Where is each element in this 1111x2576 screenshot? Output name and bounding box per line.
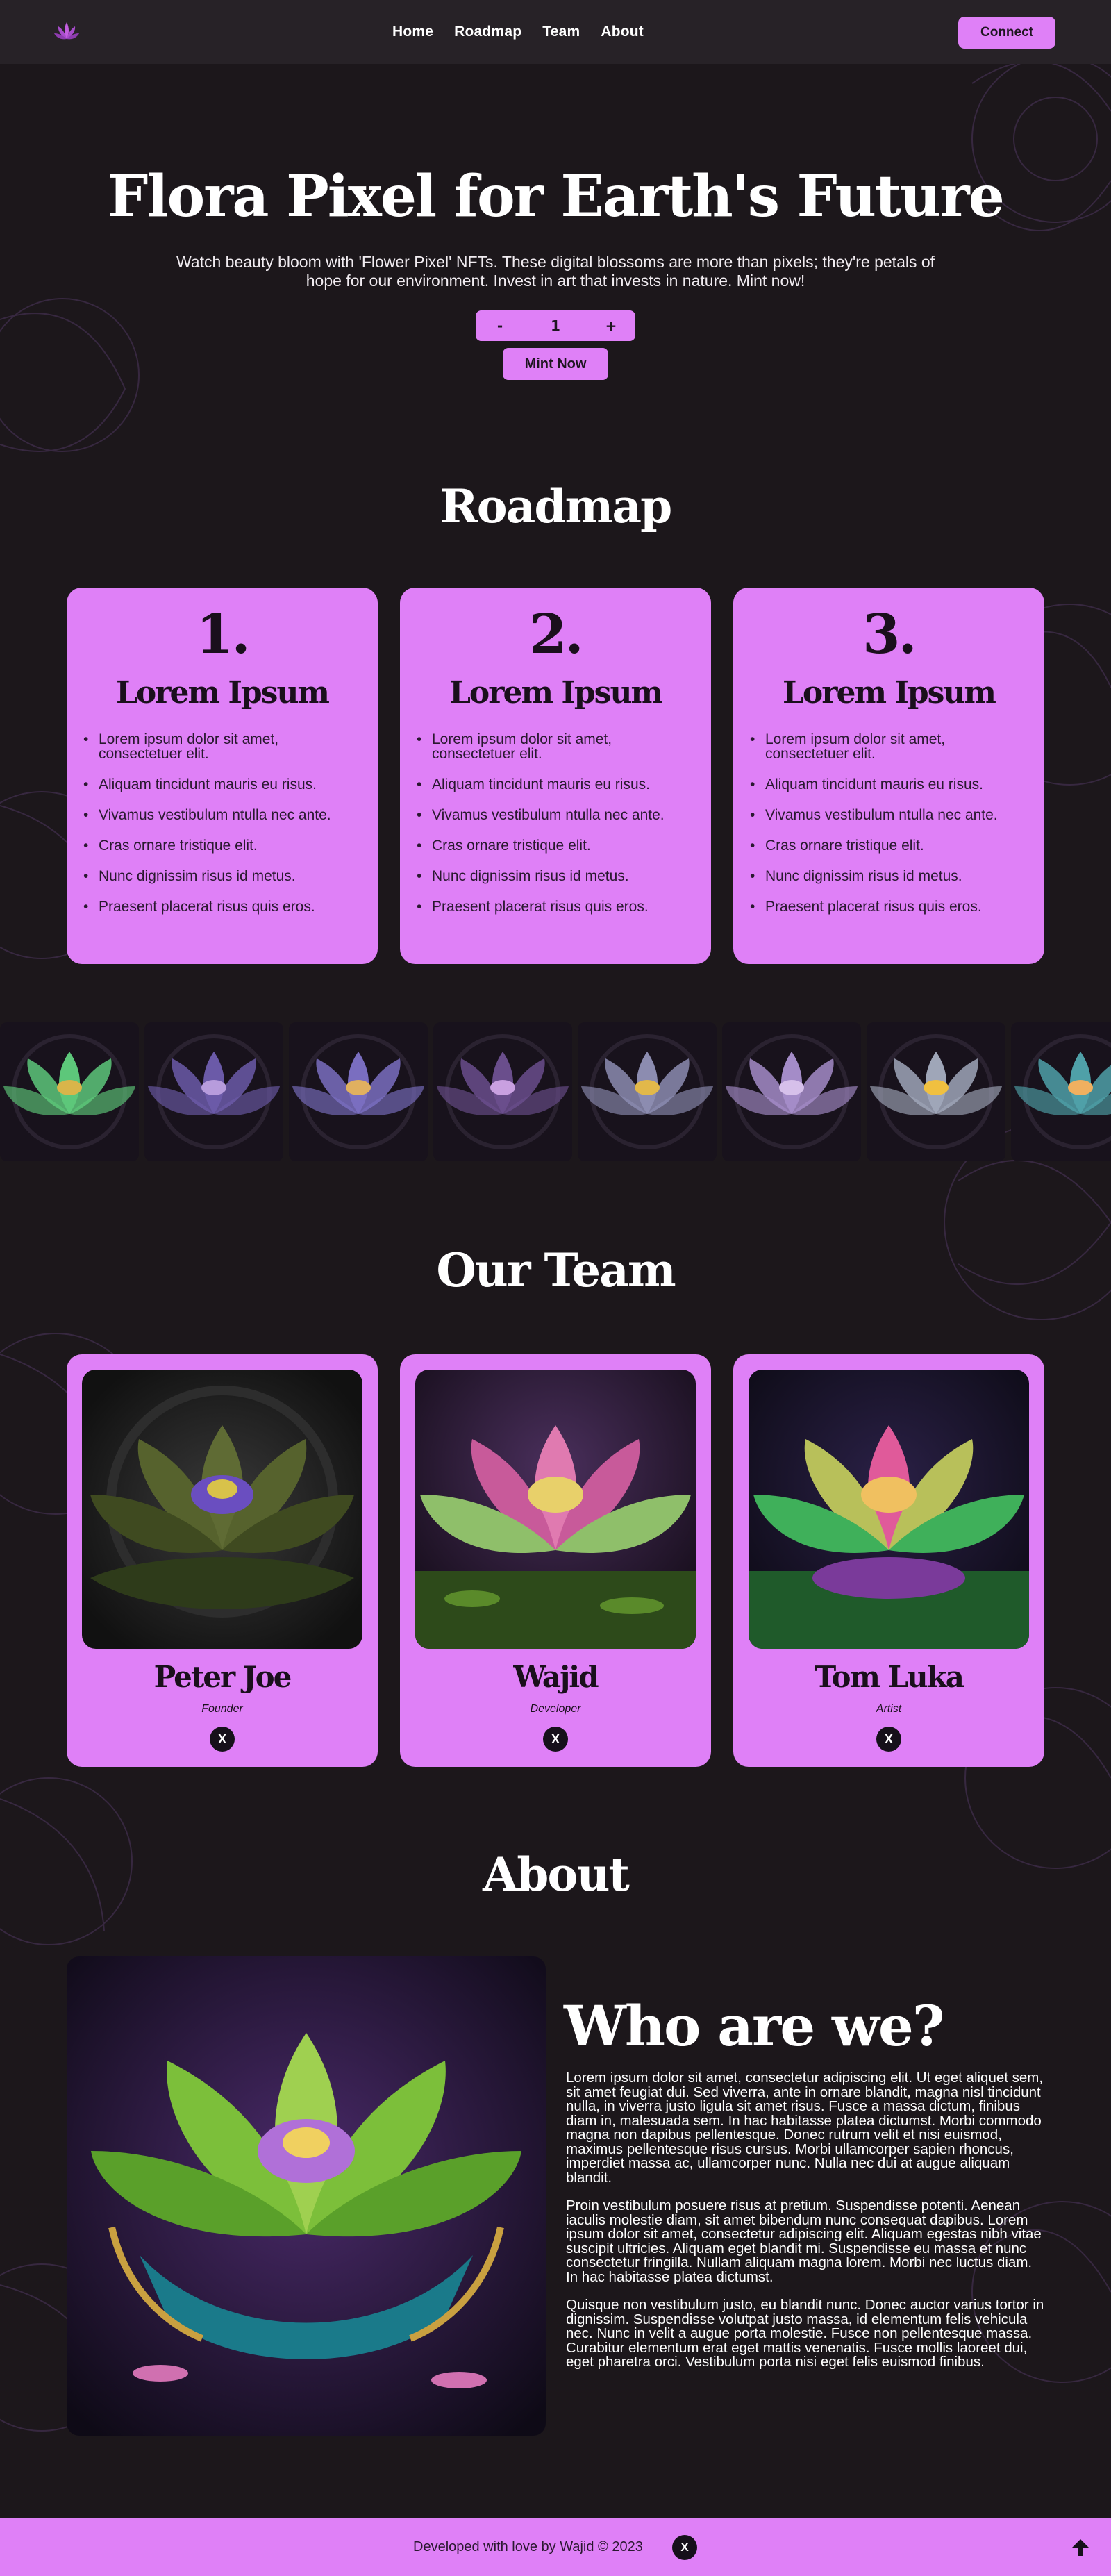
about-text: Lorem ipsum dolor sit amet, consectetur … <box>566 2070 1045 2384</box>
lotus-nft-image <box>433 1022 572 1161</box>
lotus-nft-image <box>867 1022 1005 1161</box>
team-member-role: Developer <box>530 1703 581 1715</box>
list-item: Nunc dignissim risus id metus. <box>750 869 1029 883</box>
list-item: Cras ornare tristique elit. <box>83 838 362 853</box>
about-heading: Who are we? <box>564 1993 945 2059</box>
roadmap-card: 3. Lorem Ipsum Lorem ipsum dolor sit ame… <box>733 588 1044 964</box>
roadmap-card: 2. Lorem Ipsum Lorem ipsum dolor sit ame… <box>400 588 711 964</box>
roadmap-card-heading: Lorem Ipsum <box>449 675 663 711</box>
team-member-image <box>749 1370 1029 1649</box>
nav-links: Home Roadmap Team About <box>392 0 665 64</box>
list-item: Praesent placerat risus quis eros. <box>417 899 696 914</box>
decrement-button[interactable]: - <box>476 317 524 334</box>
team-member-name: Tom Luka <box>815 1660 964 1694</box>
list-item: Cras ornare tristique elit. <box>417 838 696 853</box>
lotus-nft-image <box>1011 1022 1111 1161</box>
team-member-image <box>415 1370 696 1649</box>
team-member-image <box>82 1370 362 1649</box>
nav-link-about[interactable]: About <box>601 24 644 40</box>
list-item: Vivamus vestibulum ntulla nec ante. <box>750 808 1029 822</box>
team-member-role: Founder <box>201 1703 243 1715</box>
team-member-card: Wajid Developer X <box>400 1354 711 1767</box>
connect-wallet-button[interactable]: Connect <box>958 17 1055 49</box>
nav-link-home[interactable]: Home <box>392 24 433 40</box>
list-item: Cras ornare tristique elit. <box>750 838 1029 853</box>
arrow-up-icon[interactable] <box>1069 2536 1092 2559</box>
nav-link-roadmap[interactable]: Roadmap <box>454 24 521 40</box>
x-logo-icon[interactable]: X <box>672 2535 697 2560</box>
roadmap-card-list: Lorem ipsum dolor sit amet, consectetuer… <box>417 732 696 930</box>
hero-title: Flora Pixel for Earth's Future <box>108 163 1005 230</box>
roadmap-card-number: 3. <box>862 603 917 666</box>
footer-credit: Developed with love by Wajid © 2023 <box>413 2539 643 2554</box>
about-paragraph: Quisque non vestibulum justo, eu blandit… <box>566 2297 1044 2370</box>
lotus-nft-image <box>722 1022 861 1161</box>
x-logo-icon[interactable]: X <box>210 1727 235 1752</box>
list-item: Aliquam tincidunt mauris eu risus. <box>83 777 362 792</box>
list-item: Vivamus vestibulum ntulla nec ante. <box>417 808 696 822</box>
team-member-name: Peter Joe <box>153 1660 292 1694</box>
list-item: Praesent placerat risus quis eros. <box>83 899 362 914</box>
about-paragraph: Proin vestibulum posuere risus at pretiu… <box>566 2197 1042 2285</box>
nav-link-team[interactable]: Team <box>542 24 580 40</box>
team-member-card: Tom Luka Artist X <box>733 1354 1044 1767</box>
lotus-nft-image <box>578 1022 717 1161</box>
list-item: Nunc dignissim risus id metus. <box>417 869 696 883</box>
lotus-logo-icon[interactable] <box>51 17 82 47</box>
about-title: About <box>483 1847 630 1902</box>
quantity-stepper: - 1 + <box>476 310 635 341</box>
list-item: Vivamus vestibulum ntulla nec ante. <box>83 808 362 822</box>
roadmap-card: 1. Lorem Ipsum Lorem ipsum dolor sit ame… <box>67 588 378 964</box>
about-paragraph: Lorem ipsum dolor sit amet, consectetur … <box>566 2070 1044 2186</box>
roadmap-card-list: Lorem ipsum dolor sit amet, consectetuer… <box>750 732 1029 930</box>
list-item: Lorem ipsum dolor sit amet, consectetuer… <box>750 732 1029 761</box>
team-member-card: Peter Joe Founder X <box>67 1354 378 1767</box>
list-item: Lorem ipsum dolor sit amet, consectetuer… <box>417 732 696 761</box>
lotus-nft-image <box>289 1022 428 1161</box>
list-item: Lorem ipsum dolor sit amet, consectetuer… <box>83 732 362 761</box>
footer: Developed with love by Wajid © 2023 X <box>0 2518 1111 2576</box>
list-item: Aliquam tincidunt mauris eu risus. <box>750 777 1029 792</box>
roadmap-card-heading: Lorem Ipsum <box>115 675 330 711</box>
quantity-value: 1 <box>551 317 560 334</box>
increment-button[interactable]: + <box>587 317 635 334</box>
about-lotus-image <box>67 1956 546 2436</box>
hero-subtitle: Watch beauty bloom with 'Flower Pixel' N… <box>176 253 935 290</box>
x-logo-icon[interactable]: X <box>543 1727 568 1752</box>
list-item: Nunc dignissim risus id metus. <box>83 869 362 883</box>
x-logo-icon[interactable]: X <box>876 1727 901 1752</box>
lotus-nft-image <box>0 1022 139 1161</box>
top-navbar: Home Roadmap Team About Connect <box>0 0 1111 64</box>
team-title: Our Team <box>436 1243 676 1297</box>
list-item: Praesent placerat risus quis eros. <box>750 899 1029 914</box>
roadmap-card-list: Lorem ipsum dolor sit amet, consectetuer… <box>83 732 362 930</box>
team-member-name: Wajid <box>513 1660 599 1694</box>
roadmap-card-number: 2. <box>529 603 583 666</box>
lotus-nft-image <box>144 1022 283 1161</box>
roadmap-title: Roadmap <box>440 479 673 533</box>
team-member-role: Artist <box>876 1703 902 1715</box>
roadmap-card-number: 1. <box>196 603 250 666</box>
roadmap-card-heading: Lorem Ipsum <box>782 675 996 711</box>
nft-gallery-strip <box>0 1022 1111 1161</box>
mint-now-button[interactable]: Mint Now <box>503 348 608 380</box>
list-item: Aliquam tincidunt mauris eu risus. <box>417 777 696 792</box>
